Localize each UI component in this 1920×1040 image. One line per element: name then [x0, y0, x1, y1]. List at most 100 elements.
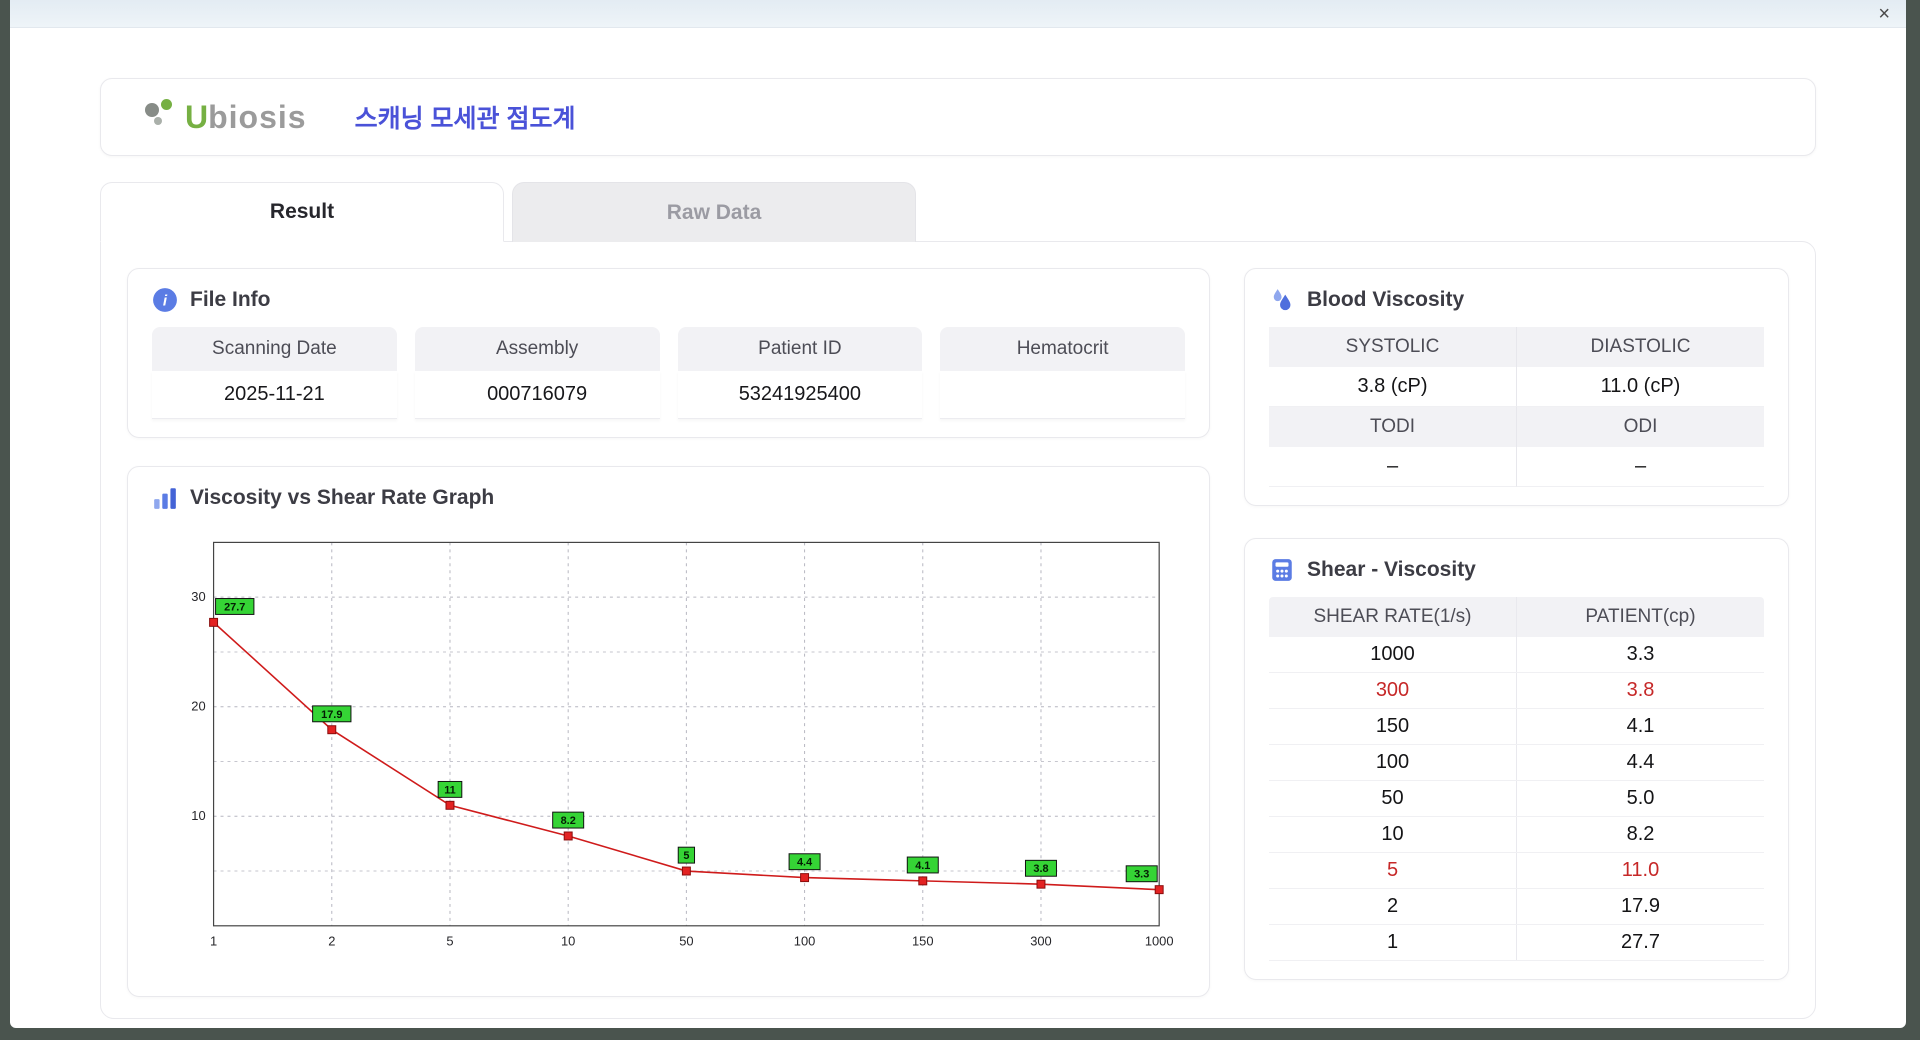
svg-text:11: 11: [444, 784, 456, 796]
patient-cell: 17.9: [1516, 889, 1764, 924]
app-header: U biosis 스캐닝 모세관 점도계: [100, 78, 1816, 156]
shear-rate-cell: 300: [1375, 679, 1410, 701]
shear-table-row: 5 11.0: [1269, 853, 1764, 889]
calculator-icon: [1269, 557, 1295, 583]
svg-text:20: 20: [191, 699, 205, 714]
svg-text:150: 150: [912, 934, 934, 949]
blood-viscosity-header-row: TODI ODI: [1269, 407, 1764, 447]
graph-title: Viscosity vs Shear Rate Graph: [190, 486, 495, 509]
shear-rate-cell: 1000: [1370, 643, 1415, 665]
droplet-icon: [1269, 287, 1295, 313]
result-panel: i File Info Scanning Date 2025-11-21 Assem…: [100, 241, 1816, 1019]
ubiosis-logo: U biosis: [143, 98, 307, 136]
svg-text:30: 30: [191, 589, 205, 604]
file-info-field: Patient ID 53241925400: [677, 327, 923, 419]
shear-table-row: 50 5.0: [1269, 781, 1764, 817]
file-info-field: Scanning Date 2025-11-21: [152, 327, 397, 419]
shear-table-header: SHEAR RATE(1/s) PATIENT(cp): [1269, 597, 1764, 637]
file-info-field-label: Scanning Date: [152, 327, 397, 371]
right-column: Blood Viscosity SYSTOLIC DIASTOLIC 3.8 (cP…: [1244, 268, 1789, 992]
svg-text:4.1: 4.1: [915, 860, 930, 872]
tab-bar: Result Raw Data: [100, 182, 1816, 242]
file-info-field: Assembly 000716079: [414, 327, 660, 419]
file-info-field-value: 2025-11-21: [152, 371, 397, 419]
svg-text:4.4: 4.4: [797, 857, 812, 869]
svg-text:27.7: 27.7: [224, 601, 245, 613]
svg-text:10: 10: [191, 808, 205, 823]
file-info-field-value: 53241925400: [677, 371, 923, 419]
blood-viscosity-label: DIASTOLIC: [1516, 327, 1764, 367]
graph-title-row: Viscosity vs Shear Rate Graph: [152, 485, 1185, 511]
file-info-title: File Info: [190, 288, 271, 311]
blood-viscosity-value-row: – –: [1269, 447, 1764, 487]
patient-cell: 3.8: [1516, 673, 1764, 708]
blood-viscosity-value-row: 3.8 (cP) 11.0 (cP): [1269, 367, 1764, 407]
svg-text:5: 5: [683, 850, 689, 862]
tab-raw-data[interactable]: Raw Data: [512, 182, 916, 242]
shear-rate-cell: 150: [1375, 715, 1410, 737]
blood-viscosity-table: SYSTOLIC DIASTOLIC 3.8 (cP) 11.0 (cP) TODI OD…: [1269, 327, 1764, 487]
patient-cell: 4.1: [1516, 709, 1764, 744]
svg-text:17.9: 17.9: [321, 709, 342, 721]
svg-text:100: 100: [794, 934, 816, 949]
page-title: 스캐닝 모세관 점도계: [354, 105, 576, 133]
shear-table-row: 300 3.8: [1269, 673, 1764, 709]
shear-table-row: 1000 3.3: [1269, 637, 1764, 673]
file-info-field: Hematocrit: [940, 327, 1185, 419]
blood-viscosity-label: ODI: [1516, 407, 1764, 447]
info-icon: i: [152, 287, 178, 313]
svg-text:5: 5: [446, 934, 453, 949]
app-window: × U biosis 스캐닝 모세관 점도계 Result Raw Data i…: [10, 0, 1906, 1028]
shear-rate-column-header: SHEAR RATE(1/s): [1313, 606, 1472, 627]
file-info-field-label: Patient ID: [677, 327, 923, 371]
svg-text:50: 50: [679, 934, 693, 949]
bar-chart-icon: [152, 485, 178, 511]
file-info-field-label: Assembly: [414, 327, 660, 371]
shear-rate-cell: 2: [1386, 895, 1399, 917]
patient-cell: 4.4: [1516, 745, 1764, 780]
file-info-title-row: i File Info: [152, 287, 1185, 313]
viscosity-chart: 1 2 5 10 50 100 150 300 1000 10 20 30 27.7 17.9 11 8.2 5…: [191, 541, 1174, 949]
titlebar: ×: [10, 0, 1906, 28]
svg-text:3.3: 3.3: [1134, 869, 1149, 881]
tab-result[interactable]: Result: [100, 182, 504, 242]
shear-table-row: 2 17.9: [1269, 889, 1764, 925]
patient-cell: 5.0: [1516, 781, 1764, 816]
svg-text:10: 10: [561, 934, 575, 949]
svg-text:1000: 1000: [1145, 934, 1174, 949]
shear-rate-cell: 5: [1386, 859, 1399, 881]
patient-cell: 27.7: [1516, 925, 1764, 960]
patient-cell: 3.3: [1516, 637, 1764, 672]
file-info-field-label: Hematocrit: [940, 327, 1185, 371]
logo-dots-icon: [143, 98, 181, 131]
blood-viscosity-header-row: SYSTOLIC DIASTOLIC: [1269, 327, 1764, 367]
shear-table-row: 100 4.4: [1269, 745, 1764, 781]
shear-rate-cell: 10: [1381, 823, 1404, 845]
patient-cell: 8.2: [1516, 817, 1764, 852]
blood-viscosity-title: Blood Viscosity: [1307, 288, 1465, 311]
shear-rate-cell: 100: [1375, 751, 1410, 773]
shear-table-row: 10 8.2: [1269, 817, 1764, 853]
svg-text:300: 300: [1030, 934, 1052, 949]
svg-text:2: 2: [328, 934, 335, 949]
file-info-fields: Scanning Date 2025-11-21 Assembly 000716079…: [152, 327, 1185, 419]
blood-viscosity-value: –: [1269, 447, 1516, 487]
shear-table-row: 150 4.1: [1269, 709, 1764, 745]
shear-viscosity-title: Shear - Viscosity: [1307, 558, 1476, 581]
left-column: i File Info Scanning Date 2025-11-21 Assem…: [127, 268, 1210, 997]
viscosity-graph-card: Viscosity vs Shear Rate Graph 1 2 5 10 50 100…: [127, 466, 1210, 997]
patient-column-header: PATIENT(cp): [1516, 597, 1764, 637]
logo-text-u: U: [185, 98, 209, 135]
svg-text:1: 1: [210, 934, 217, 949]
blood-viscosity-value: –: [1516, 447, 1764, 487]
blood-viscosity-card: Blood Viscosity SYSTOLIC DIASTOLIC 3.8 (cP…: [1244, 268, 1789, 506]
close-icon[interactable]: ×: [1878, 4, 1890, 24]
svg-text:3.8: 3.8: [1033, 863, 1048, 875]
shear-rate-cell: 1: [1386, 931, 1399, 953]
blood-viscosity-title-row: Blood Viscosity: [1269, 287, 1764, 313]
file-info-field-value: 000716079: [414, 371, 660, 419]
blood-viscosity-label: TODI: [1269, 407, 1516, 447]
shear-rate-cell: 50: [1381, 787, 1404, 809]
blood-viscosity-value: 3.8 (cP): [1269, 367, 1516, 407]
logo-text-biosis: biosis: [208, 98, 307, 135]
